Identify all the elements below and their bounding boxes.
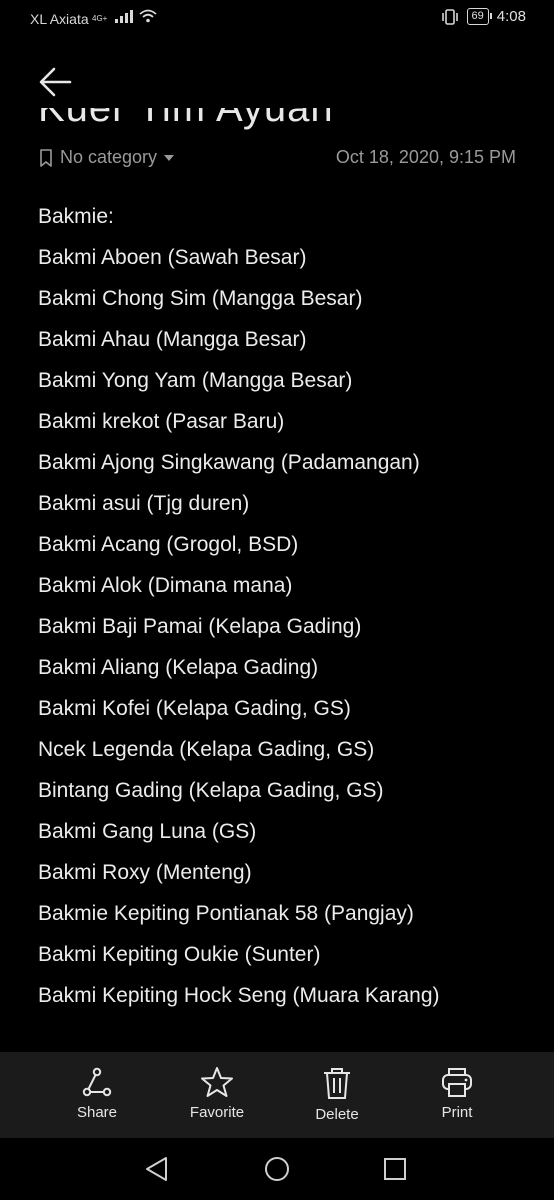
note-line: Bakmie: [38,205,114,228]
arrow-left-icon [39,67,72,97]
circle-home-icon[interactable] [264,1156,290,1182]
bottom-toolbar: Share Favorite Delete Print [0,1052,554,1138]
note-date: Oct 18, 2020, 9:15 PM [335,147,516,167]
note-meta: No category Oct 18, 2020, 9:15 PM [38,147,516,171]
note-line: Bakmi Chong Sim (Mangga Besar) [38,287,363,310]
note-line: Bakmi Acang (Grogol, BSD) [38,533,299,556]
wifi-icon [139,9,157,23]
note-body[interactable]: Bakmie: Bakmi Aboen (Sawah Besar) Bakmi Ch… [38,196,534,1016]
note-title-text: Kuer Tim Ayuan [38,108,334,130]
square-recent-icon[interactable] [382,1156,408,1182]
battery-indicator: 69 [466,8,493,25]
delete-label: Delete [315,1106,359,1123]
carrier-name: XL Axiata [30,11,89,27]
delete-button[interactable]: Delete [277,1052,397,1138]
note-line: Bakmi Ahau (Mangga Besar) [38,328,307,351]
note-line: Bakmi Kepiting Oukie (Sunter) [38,943,321,966]
note-line: Bakmi Aliang (Kelapa Gading) [38,656,319,679]
category-selector[interactable]: No category [38,147,175,168]
signal-icon [115,9,134,23]
note-line: Bakmi Roxy (Menteng) [38,861,252,884]
star-icon [201,1067,233,1097]
note-line: Bakmi krekot (Pasar Baru) [38,410,285,433]
note-line: Bakmi Kepiting Hock Seng (Muara Karang) [38,984,440,1007]
triangle-back-icon[interactable] [144,1156,170,1182]
printer-icon [442,1068,472,1097]
share-label: Share [76,1104,118,1121]
share-button[interactable]: Share [37,1052,157,1138]
chevron-down-icon [164,154,175,161]
category-label: No category [60,147,158,167]
note-line: Bakmi Gang Luna (GS) [38,820,257,843]
note-line: Bakmi Baji Pamai (Kelapa Gading) [38,615,362,638]
bookmark-icon [40,148,52,167]
network-type: 4G+ [92,14,108,23]
status-right: 69 4:08 [441,8,526,25]
vibrate-icon [441,8,458,25]
note-title: Kuer Tim Ayuan [38,108,438,130]
note-line: Bakmie Kepiting Pontianak 58 (Pangjay) [38,902,414,925]
clock: 4:08 [496,8,526,25]
print-button[interactable]: Print [397,1052,517,1138]
share-icon [82,1067,112,1097]
signal-group: 4G+ [92,9,157,23]
note-line: Ncek Legenda (Kelapa Gading, GS) [38,738,375,761]
favorite-label: Favorite [189,1104,245,1121]
print-label: Print [441,1104,473,1121]
note-line: Bakmi Kofei (Kelapa Gading, GS) [38,697,351,720]
status-bar: XL Axiata 4G+ 69 4:08 [0,0,554,40]
note-line: Bakmi Aboen (Sawah Besar) [38,246,307,269]
note-line: Bakmi Yong Yam (Mangga Besar) [38,369,353,392]
back-button[interactable] [36,62,76,102]
note-line: Bakmi asui (Tjg duren) [38,492,250,515]
note-line: Bintang Gading (Kelapa Gading, GS) [38,779,384,802]
system-nav-bar [0,1138,554,1200]
trash-icon [324,1068,350,1099]
note-line: Bakmi Alok (Dimana mana) [38,574,293,597]
note-line: Bakmi Ajong Singkawang (Padamangan) [38,451,420,474]
favorite-button[interactable]: Favorite [157,1052,277,1138]
